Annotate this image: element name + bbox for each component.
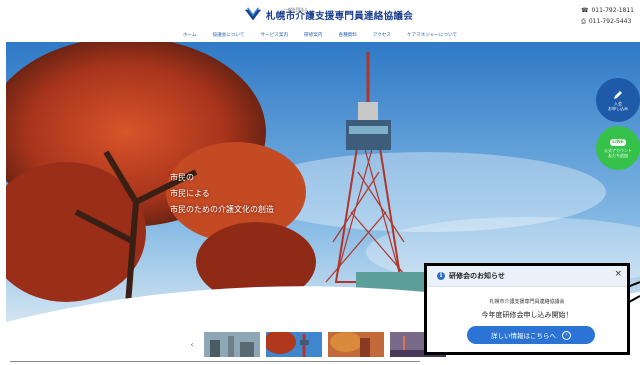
apply-label: 入会 お申し込み — [608, 101, 628, 111]
line-icon: LINE — [610, 138, 626, 146]
popup-header: i 研修会のお知らせ — [427, 266, 627, 287]
info-icon: i — [437, 272, 445, 280]
nav-home[interactable]: ホーム — [183, 30, 197, 42]
thumbnail-2[interactable] — [264, 330, 324, 359]
nav-access[interactable]: アクセス — [373, 30, 391, 42]
fax-row: ⎙ 011-792-5443 — [581, 16, 634, 27]
fax-number: 011-792-5443 — [588, 18, 632, 25]
nav-about[interactable]: 協議会について — [212, 30, 244, 42]
phone-row[interactable]: ☎ 011-792-1811 — [581, 5, 634, 16]
line-button[interactable]: LINE 公式アカウント 友だち追加 — [596, 126, 640, 170]
nav-documents[interactable]: 各種資料 — [338, 30, 356, 42]
popup-title: 研修会のお知らせ — [449, 272, 505, 280]
logo-mark-icon — [244, 7, 262, 21]
catch-line-1: 市民の — [170, 173, 194, 182]
catch-line-2: 市民による — [170, 189, 210, 198]
site-logo[interactable]: 一般社団法人 札幌市介護支援専門員連絡協議会 — [244, 6, 413, 24]
nav-about-caremanager[interactable]: ケアマネジャーについて — [407, 30, 457, 42]
hero-catchcopy: 市民の 市民による 市民のための介護文化の創造 — [170, 170, 274, 218]
apply-button[interactable]: 入会 お申し込み — [596, 78, 640, 122]
fax-icon: ⎙ — [581, 18, 586, 25]
pen-icon — [614, 91, 622, 99]
details-button[interactable]: 詳しい情報はこちらへ › — [467, 326, 595, 344]
popup-org: 札幌市介護支援専門員連絡協議会 — [489, 299, 565, 305]
thumbnail-3[interactable] — [328, 332, 384, 357]
popup-message: 今年度研修会申し込み開始！ — [481, 311, 573, 319]
nav-services[interactable]: サービス案内 — [261, 30, 289, 42]
line-sub-label: 公式アカウント 友だち追加 — [604, 147, 632, 158]
divider — [10, 361, 420, 362]
nav-training[interactable]: 研修案内 — [304, 30, 322, 42]
contact-info: ☎ 011-792-1811 ⎙ 011-792-5443 — [581, 5, 634, 27]
notice-popup: i 研修会のお知らせ × 札幌市介護支援専門員連絡協議会 今年度研修会申し込み開… — [424, 263, 630, 355]
thumbnail-strip: ‹ — [186, 330, 446, 359]
arrow-circle-icon: › — [562, 330, 571, 340]
main-nav: ホーム 協議会について サービス案内 研修案内 各種資料 アクセス ケアマネジャ… — [0, 30, 640, 42]
phone-icon: ☎ — [581, 7, 589, 14]
phone-number: 011-792-1811 — [591, 7, 634, 14]
org-name: 札幌市介護支援専門員連絡協議会 — [266, 11, 414, 23]
catch-line-3: 市民のための介護文化の創造 — [170, 205, 274, 214]
thumbnail-1[interactable] — [204, 332, 260, 357]
details-button-label: 詳しい情報はこちらへ — [491, 332, 556, 340]
thumbnail-prev-icon[interactable]: ‹ — [186, 340, 198, 349]
close-icon[interactable]: × — [614, 269, 622, 279]
